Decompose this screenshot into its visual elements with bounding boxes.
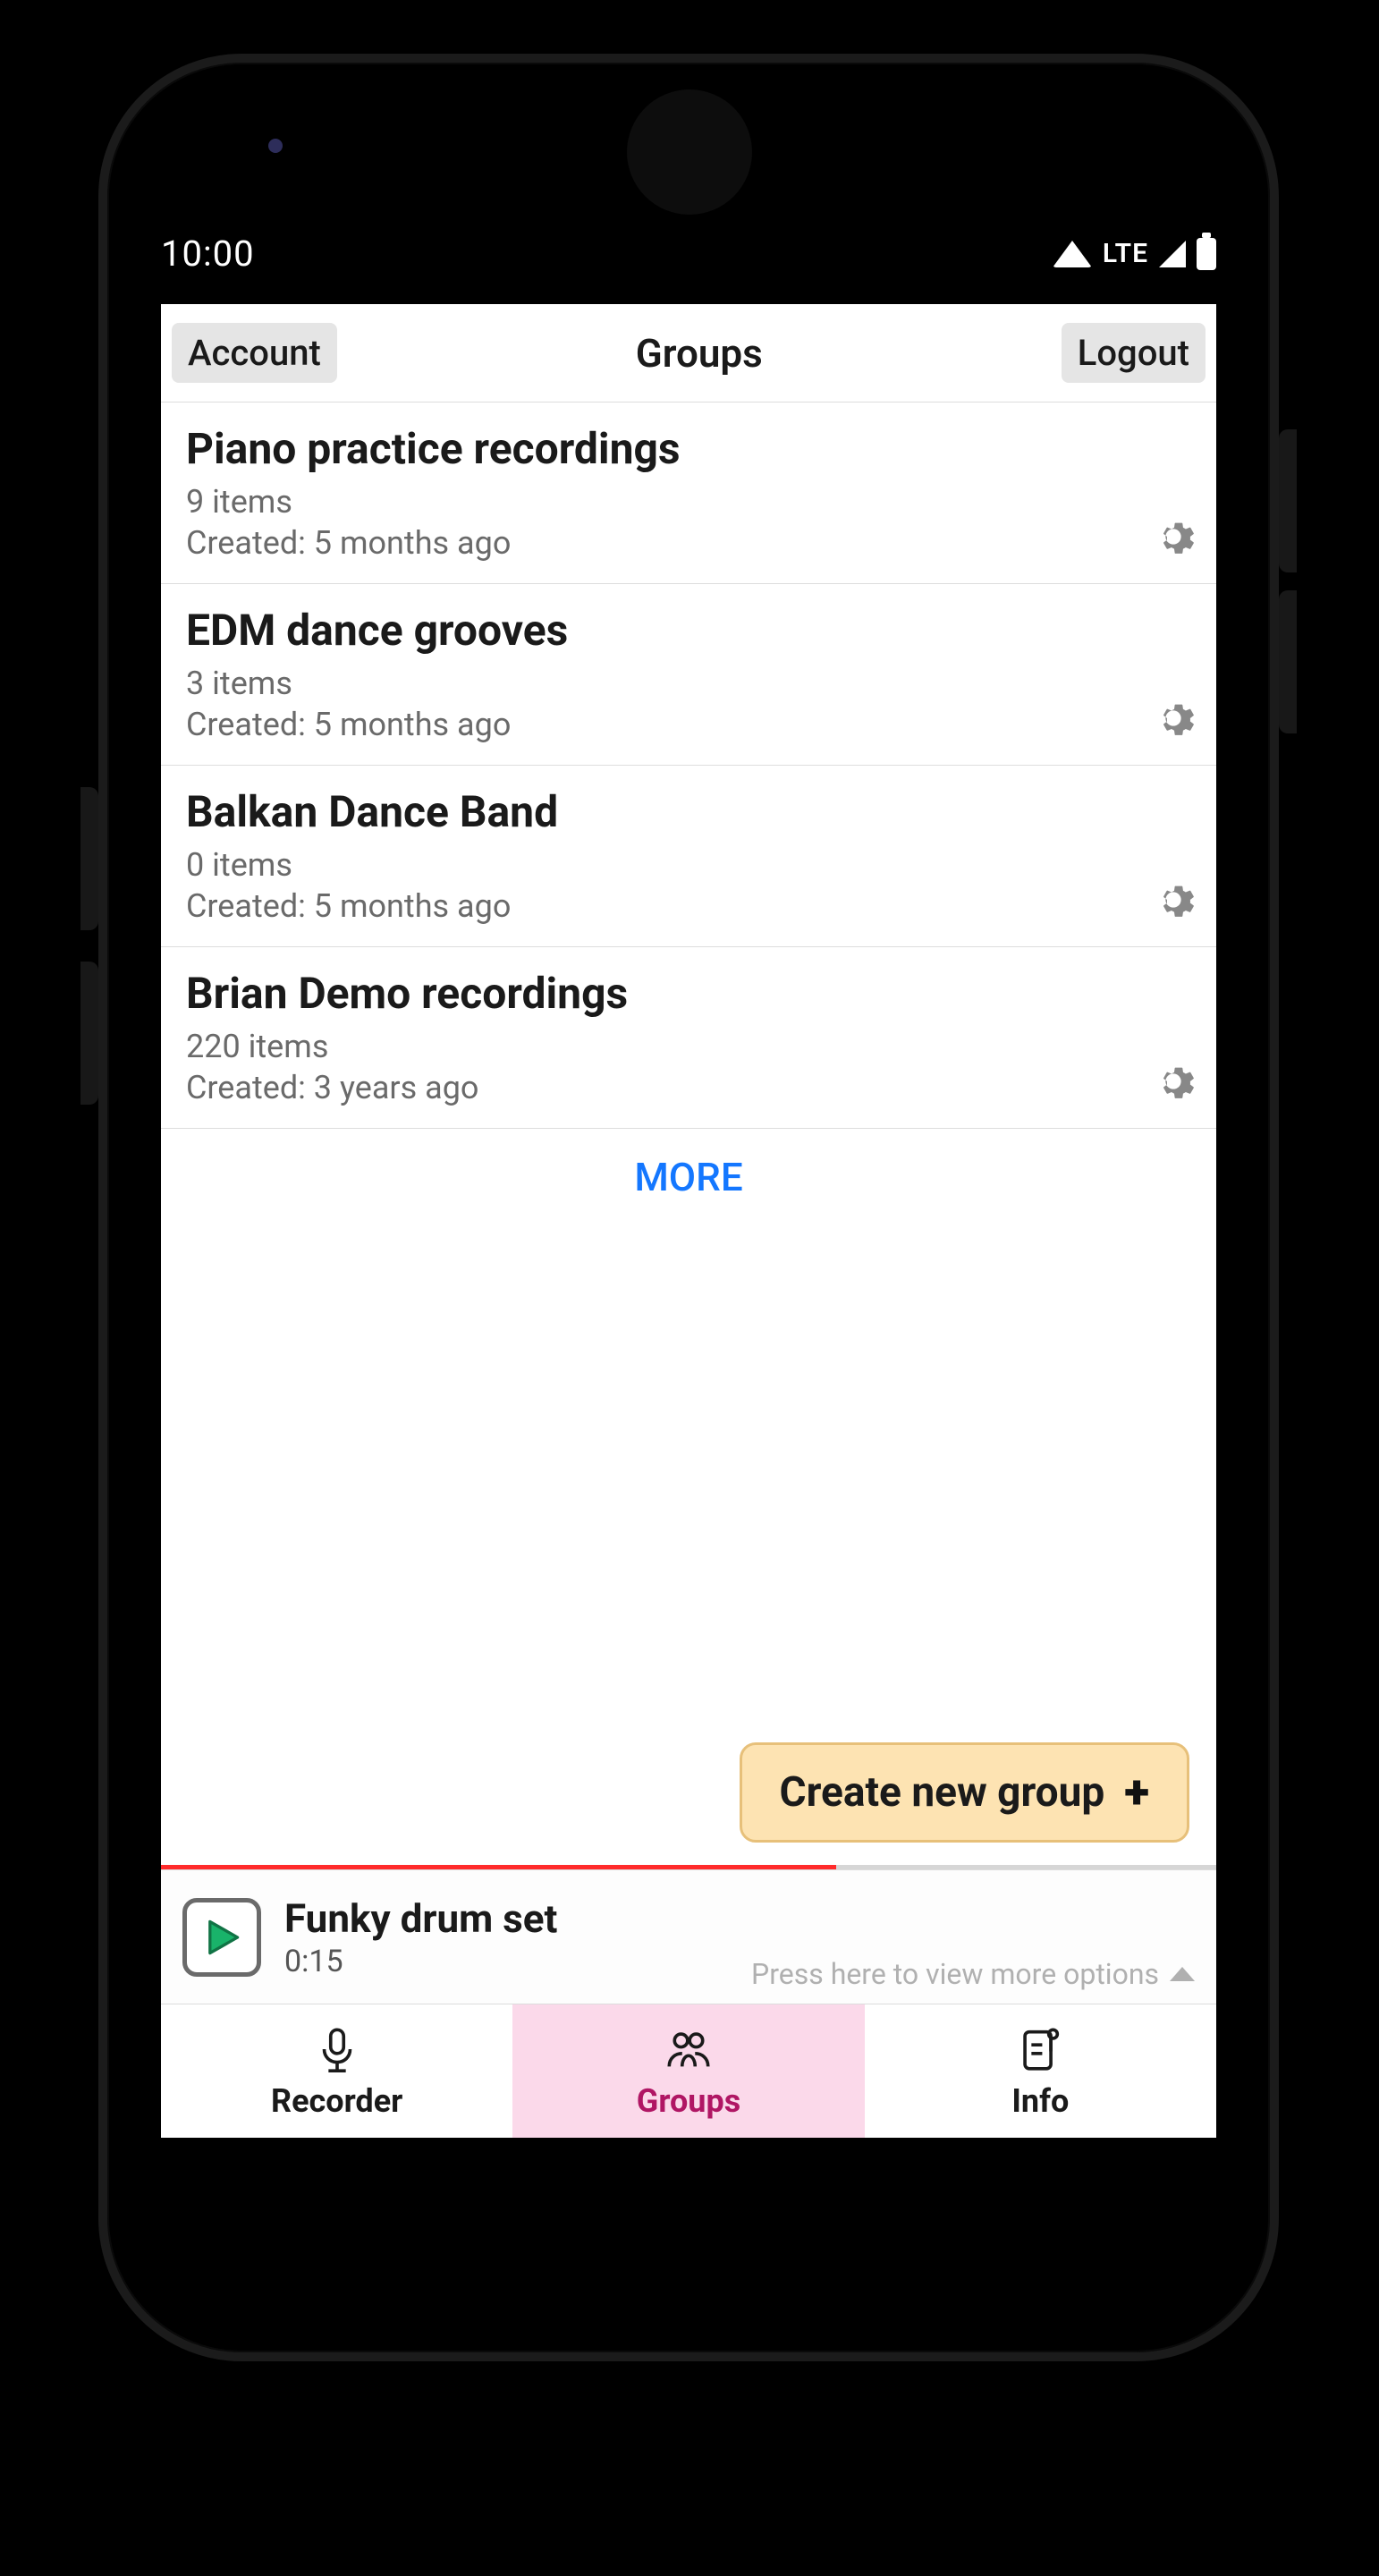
volume-down-button xyxy=(80,962,98,1105)
play-icon xyxy=(202,1918,241,1957)
gear-icon xyxy=(1150,695,1197,745)
create-group-label: Create new group xyxy=(780,1768,1105,1817)
tab-recorder[interactable]: Recorder xyxy=(161,2004,512,2138)
group-row[interactable]: EDM dance grooves 3 items Created: 5 month… xyxy=(161,584,1216,766)
group-item-count: 220 items xyxy=(186,1028,1191,1065)
gear-icon xyxy=(1150,513,1197,564)
group-title: EDM dance grooves xyxy=(186,604,1191,657)
group-settings-button[interactable] xyxy=(1148,877,1198,927)
create-group-button[interactable]: Create new group + xyxy=(740,1742,1189,1843)
status-bar: 10:00 LTE xyxy=(161,233,1216,275)
group-settings-button[interactable] xyxy=(1148,695,1198,745)
group-row[interactable]: Balkan Dance Band 0 itemsCreated: 5 month… xyxy=(161,766,1216,947)
front-camera xyxy=(268,139,283,153)
phone-speaker xyxy=(627,89,752,215)
info-icon xyxy=(1014,2023,1066,2075)
track-time: 0:15 xyxy=(284,1944,557,1979)
more-row: MORE xyxy=(161,1129,1216,1225)
group-row[interactable]: Piano practice recordings 9 itemsCreated:… xyxy=(161,402,1216,584)
group-item-count: 9 items xyxy=(186,483,1191,521)
tab-bar: Recorder Groups xyxy=(161,2004,1216,2138)
group-title: Balkan Dance Band xyxy=(186,785,1191,839)
track-info: Funky drum set 0:15 xyxy=(284,1895,557,1979)
tab-groups[interactable]: Groups xyxy=(512,2004,864,2138)
group-title: Piano practice recordings xyxy=(186,422,1191,476)
player-hint-label: Press here to view more options xyxy=(751,1957,1159,1991)
group-created: Created: 3 years ago xyxy=(186,1069,1191,1106)
chevron-up-icon xyxy=(1170,1967,1195,1981)
page-title: Groups xyxy=(636,330,763,377)
status-time: 10:00 xyxy=(161,233,255,275)
app-screen: Account Groups Logout Piano practice rec… xyxy=(161,304,1216,2138)
power-button xyxy=(1279,429,1297,572)
group-created: Created: 5 months ago xyxy=(186,887,1191,925)
group-created: Created: 5 months ago xyxy=(186,524,1191,562)
group-settings-button[interactable] xyxy=(1148,513,1198,564)
group-item-count: 3 items xyxy=(186,665,1191,702)
logout-button[interactable]: Logout xyxy=(1062,323,1206,383)
group-title: Brian Demo recordings xyxy=(186,967,1191,1021)
tab-recorder-label: Recorder xyxy=(271,2082,402,2120)
side-button xyxy=(1279,590,1297,733)
volume-up-button xyxy=(80,787,98,930)
tab-info[interactable]: Info xyxy=(865,2004,1216,2138)
account-button[interactable]: Account xyxy=(172,323,337,383)
group-created: Created: 5 months ago xyxy=(186,706,1191,743)
mini-player[interactable]: Funky drum set 0:15 Press here to view m… xyxy=(161,1869,1216,2004)
gear-icon xyxy=(1150,1058,1197,1108)
gear-icon xyxy=(1150,877,1197,927)
network-label: LTE xyxy=(1103,238,1148,269)
signal-icon xyxy=(1159,241,1186,267)
group-settings-button[interactable] xyxy=(1148,1058,1198,1108)
track-title: Funky drum set xyxy=(284,1895,557,1942)
tab-groups-label: Groups xyxy=(637,2082,740,2120)
microphone-icon xyxy=(311,2023,363,2075)
battery-icon xyxy=(1197,238,1216,270)
wifi-icon xyxy=(1053,241,1092,267)
groups-list: Piano practice recordings9 itemsCreated:… xyxy=(161,402,1216,1129)
tab-info-label: Info xyxy=(1011,2082,1069,2120)
group-row[interactable]: Brian Demo recordings 220 items Created: 3… xyxy=(161,947,1216,1129)
group-item-count: 0 items xyxy=(186,846,1191,884)
more-button[interactable]: MORE xyxy=(634,1154,742,1200)
play-button[interactable] xyxy=(182,1898,261,1977)
player-options-hint[interactable]: Press here to view more options xyxy=(751,1957,1195,1991)
app-bar: Account Groups Logout xyxy=(161,304,1216,402)
groups-icon xyxy=(663,2023,715,2075)
